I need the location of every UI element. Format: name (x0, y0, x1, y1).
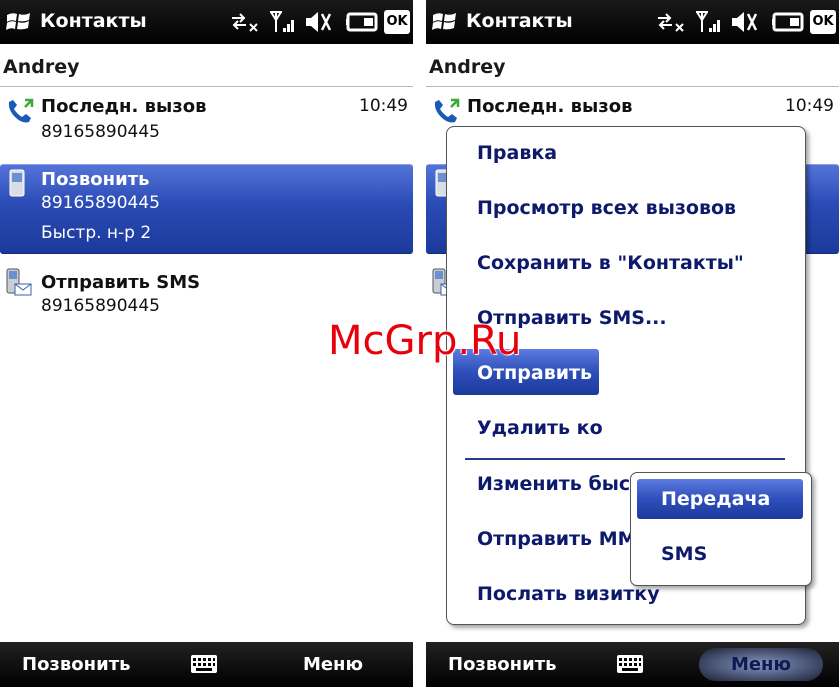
menu-item-delete-contact[interactable]: Удалить ко (447, 404, 805, 454)
phone-call-icon (434, 98, 460, 123)
contact-name: Andrey (3, 56, 80, 78)
ok-button[interactable]: OK (384, 10, 410, 34)
app-title: Контакты (40, 10, 147, 32)
phone-call-icon (8, 98, 34, 123)
contact-name: Andrey (429, 56, 506, 78)
windows-logo-icon[interactable] (6, 11, 32, 33)
softkey-call-button[interactable]: Позвонить (22, 654, 131, 675)
softkey-call-button[interactable]: Позвонить (448, 654, 557, 675)
list-item-last-call[interactable]: Последн. вызов 10:49 89165890445 (0, 90, 413, 152)
divider (0, 86, 413, 87)
status-bar: Контакты OK (426, 0, 839, 44)
speaker-mute-icon[interactable] (304, 10, 332, 34)
send-sms-title: Отправить SMS (41, 272, 201, 293)
last-call-time: 10:49 (359, 96, 408, 116)
app-title: Контакты (466, 10, 573, 32)
last-call-number: 89165890445 (41, 122, 160, 142)
context-menu: Правка Просмотр всех вызовов Сохранить в… (446, 126, 812, 625)
list-item-send-sms[interactable]: Отправить SMS 89165890445 (0, 266, 413, 326)
keyboard-icon[interactable] (616, 654, 644, 674)
watermark: McGrp.Ru (328, 318, 522, 364)
menu-item-edit[interactable]: Правка (447, 129, 805, 179)
data-sync-icon (232, 13, 258, 32)
speed-dial-label: Быстр. н-р 2 (41, 223, 152, 243)
menu-item-save-to-contacts[interactable]: Сохранить в "Контакты" (447, 239, 805, 289)
call-title: Позвонить (41, 169, 150, 190)
speaker-mute-icon[interactable] (730, 10, 758, 34)
last-call-title: Последн. вызов (467, 96, 633, 117)
windows-logo-icon[interactable] (432, 11, 458, 33)
list-item-call[interactable]: Позвонить 89165890445 Быстр. н-р 2 (0, 164, 413, 254)
keyboard-icon[interactable] (190, 654, 218, 674)
signal-icon (696, 11, 720, 32)
last-call-time: 10:49 (785, 96, 834, 116)
submenu-send-contact: Передача SMS (630, 472, 812, 586)
status-bar: Контакты OK (0, 0, 413, 44)
softkey-menu-button[interactable]: Меню (698, 648, 823, 681)
ok-button[interactable]: OK (810, 10, 836, 34)
data-sync-icon (658, 13, 684, 32)
call-number: 89165890445 (41, 193, 160, 213)
softkey-bar: Позвонить Меню (426, 642, 839, 687)
submenu-item-sms[interactable]: SMS (637, 534, 803, 574)
battery-icon (346, 12, 378, 32)
last-call-title: Последн. вызов (41, 96, 207, 117)
sms-phone-icon (6, 268, 32, 296)
signal-icon (270, 11, 294, 32)
submenu-item-transfer[interactable]: Передача (637, 479, 803, 519)
softkey-menu-button[interactable]: Меню (303, 654, 363, 675)
send-sms-number: 89165890445 (41, 296, 160, 316)
softkey-bar: Позвонить Меню (0, 642, 413, 687)
menu-item-view-all-calls[interactable]: Просмотр всех вызовов (447, 184, 805, 234)
divider (426, 86, 839, 87)
battery-icon (772, 12, 804, 32)
mobile-phone-icon (9, 169, 25, 197)
